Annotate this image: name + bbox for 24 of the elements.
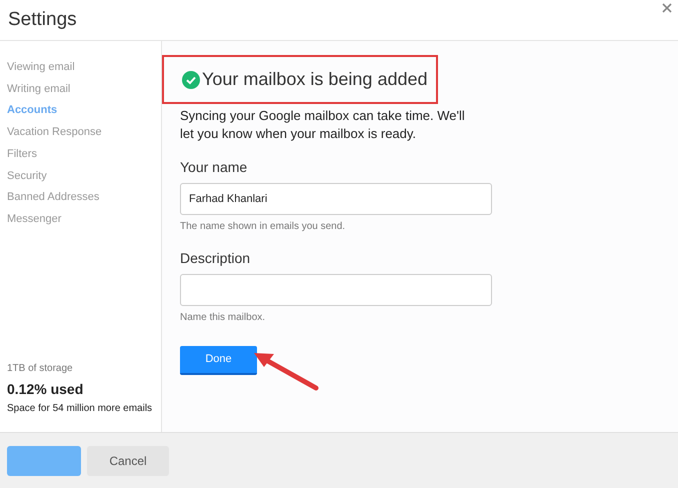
field-hint: The name shown in emails you send.: [180, 220, 346, 234]
sidebar-item[interactable]: Writing email: [7, 78, 161, 100]
field-label: Description: [180, 249, 252, 268]
description: Syncing your Google mailbox can take time. We'll let you know when your mailbox is ready.: [180, 107, 466, 143]
input-field[interactable]: [180, 274, 492, 306]
sidebar-item[interactable]: Security: [7, 166, 161, 188]
field-hint: Name this mailbox.: [180, 311, 266, 325]
done-button[interactable]: Done: [180, 346, 257, 375]
sidebar-item[interactable]: Banned Addresses: [7, 187, 161, 209]
storage-detail: Space for 54 million more emails: [7, 402, 154, 416]
sidebar-item[interactable]: Viewing email: [7, 57, 161, 79]
window-title: Settings: [8, 8, 77, 32]
cancel-button[interactable]: Cancel: [87, 446, 169, 476]
check-circle-icon: [182, 70, 200, 88]
storage-usage: 0.12% used: [7, 380, 84, 399]
sidebar-item[interactable]: Filters: [7, 144, 161, 166]
sidebar-item[interactable]: Accounts: [7, 100, 161, 122]
sidebar-item[interactable]: Messenger: [7, 208, 161, 231]
storage-label: 1TB of storage: [7, 362, 74, 376]
sidebar-item[interactable]: Vacation Response: [7, 122, 161, 144]
field-label: Your name: [180, 158, 248, 177]
close-icon[interactable]: [662, 3, 672, 13]
input-field[interactable]: Farhad Khanlari: [180, 183, 492, 215]
heading: Your mailbox is being added: [202, 68, 428, 91]
